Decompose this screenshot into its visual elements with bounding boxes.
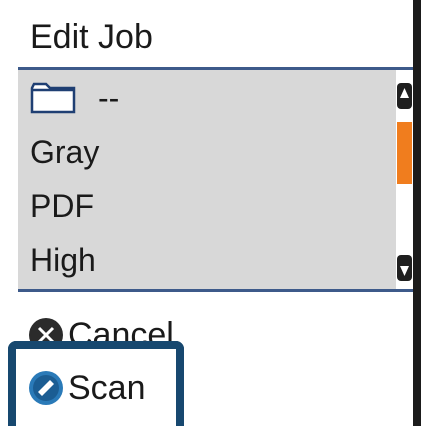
cancel-label: Cancel [68,315,174,347]
list-item-label: High [30,241,96,278]
scan-button[interactable]: Scan [28,366,146,410]
edit-job-screen: Edit Job -- Gray PDF High Cancel Scan [0,0,421,426]
scrollbar[interactable] [396,70,413,289]
scroll-down-arrow-icon[interactable] [396,254,413,282]
screen-right-bezel [413,0,421,426]
scan-start-icon [28,370,64,406]
footer-actions: Cancel Scan [18,292,413,426]
cancel-button[interactable]: Cancel [28,306,174,346]
scrollbar-thumb[interactable] [397,122,412,184]
list-item-label: PDF [30,187,94,224]
screen-left-margin [0,0,18,426]
page-title: Edit Job [30,18,153,56]
list-item-label: Gray [30,133,100,170]
list-item-destination-folder[interactable]: -- [30,72,380,124]
cancel-icon [28,317,64,346]
settings-list: -- Gray PDF High [18,70,413,292]
folder-icon [30,82,76,114]
list-item-color-mode[interactable]: Gray [30,126,380,178]
list-item-file-format[interactable]: PDF [30,180,380,232]
header-bar: Edit Job [18,0,413,70]
list-item-label: -- [98,79,120,116]
scan-label: Scan [68,368,146,407]
scroll-up-arrow-icon[interactable] [396,82,413,110]
list-item-quality[interactable]: High [30,234,380,286]
